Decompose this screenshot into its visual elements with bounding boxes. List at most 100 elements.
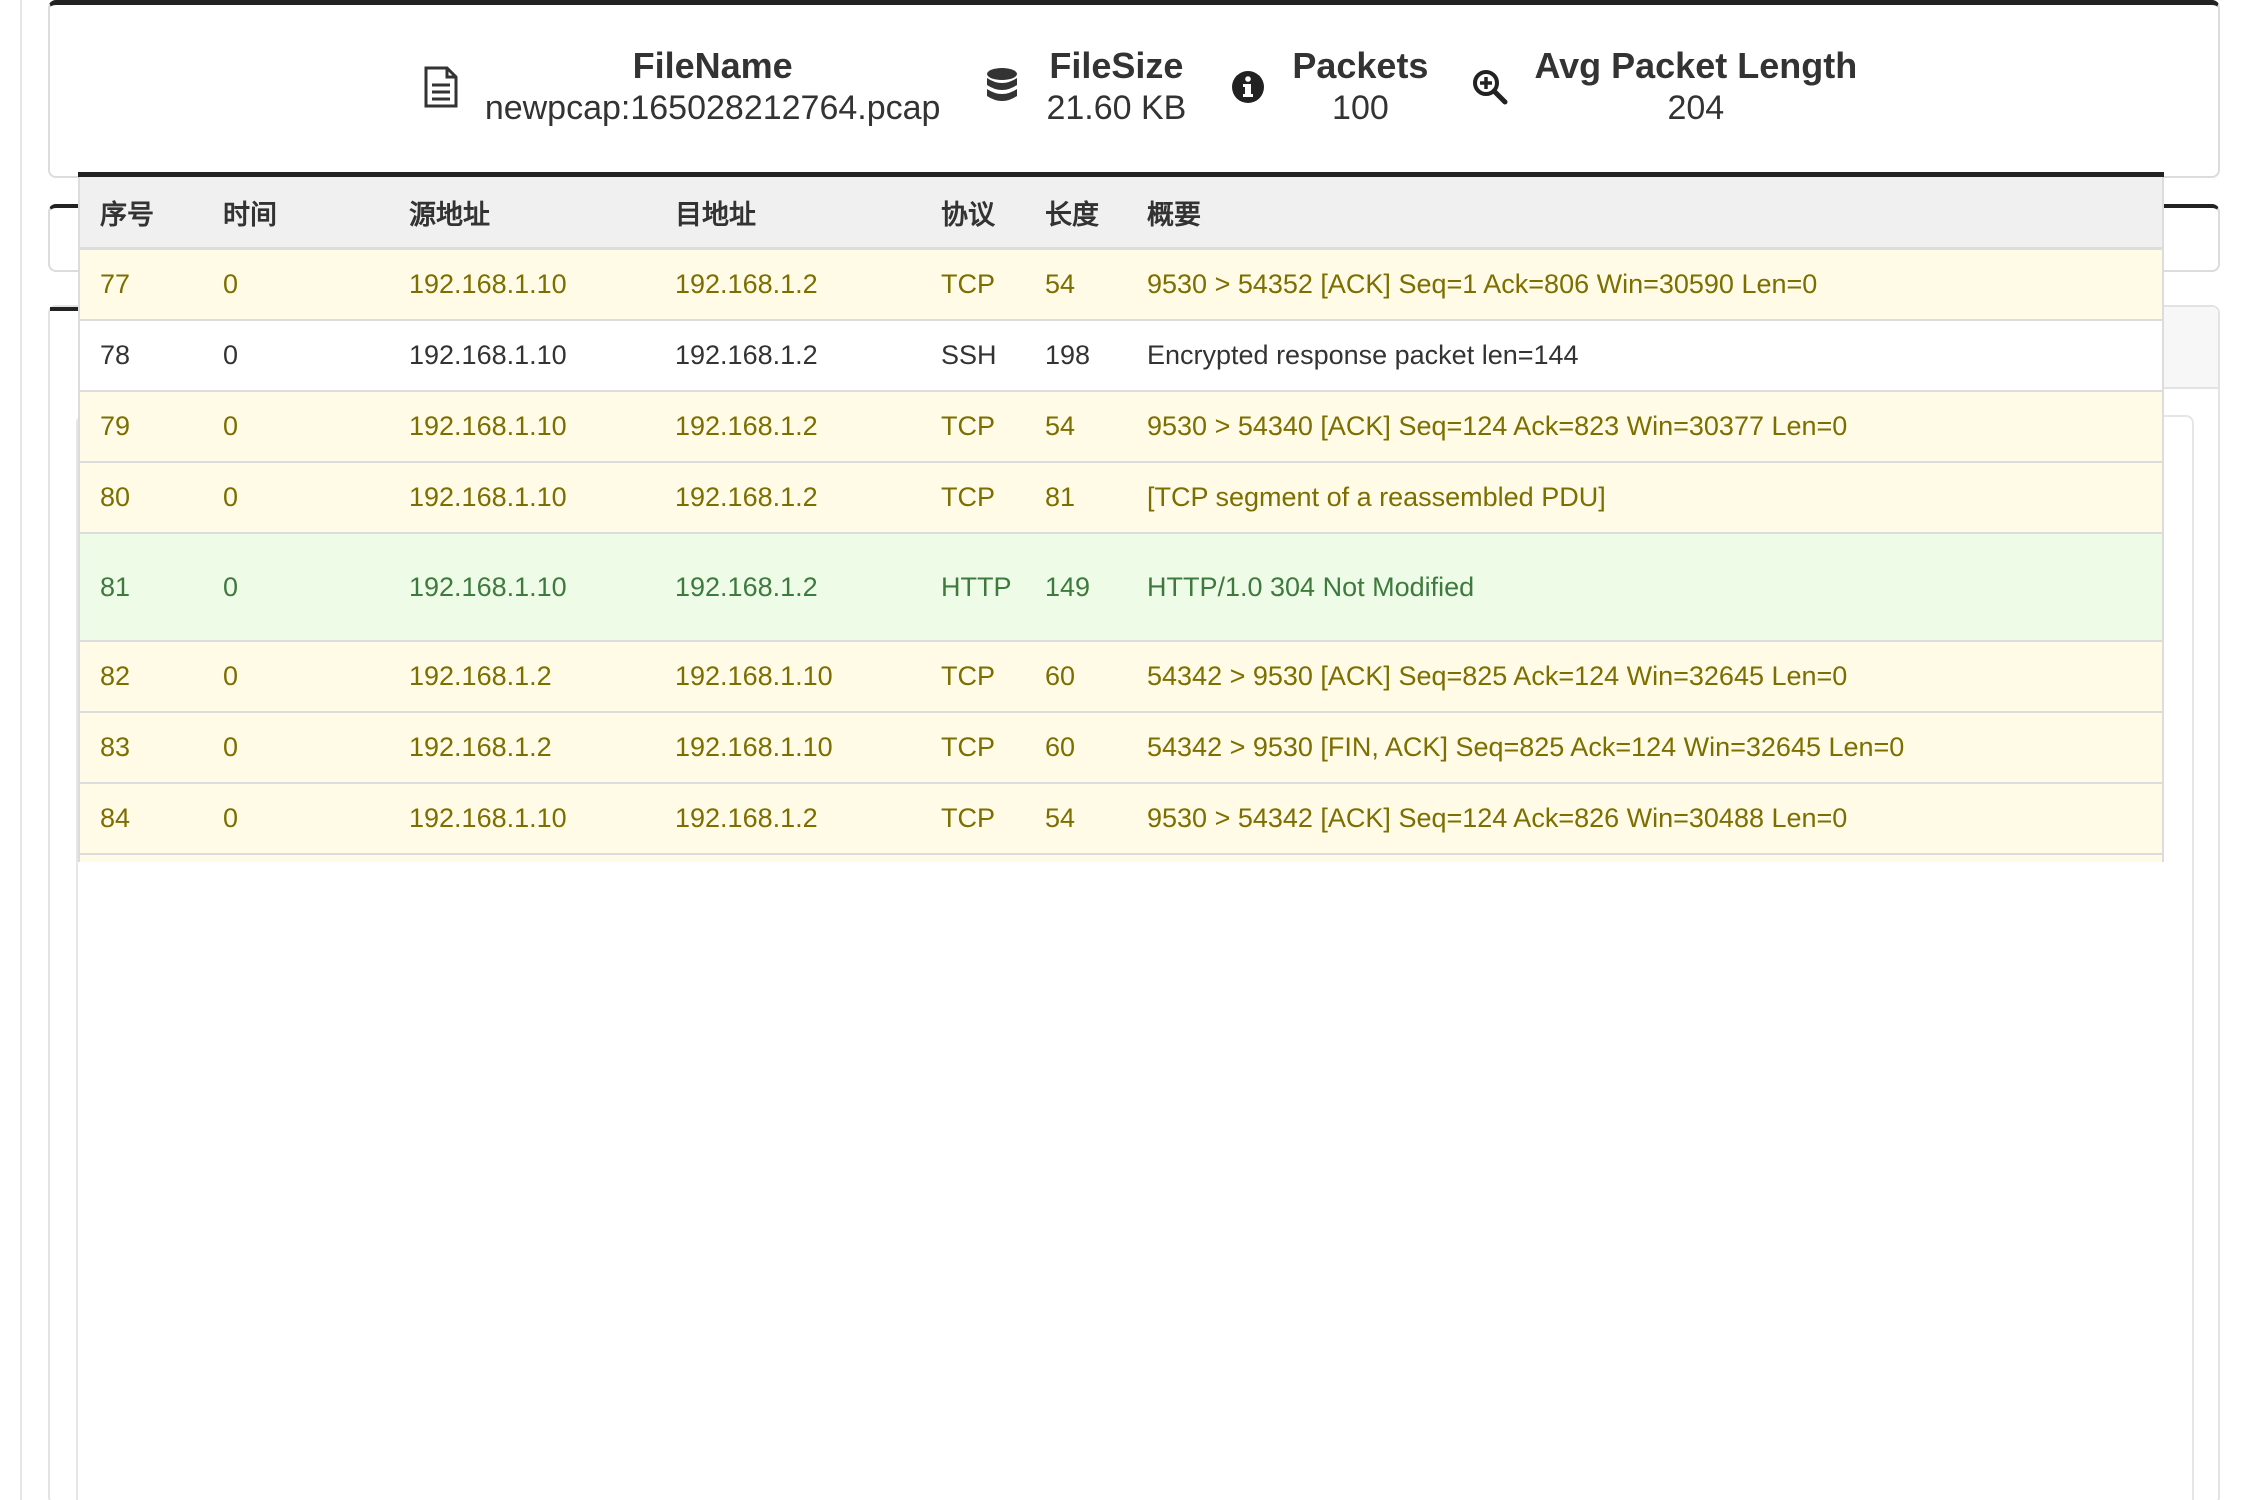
table-row[interactable]: 82 0 192.168.1.2 192.168.1.10 TCP 60 54342 > 9… [78,639,2164,712]
packets-value: 100 [1332,89,1389,127]
filesize-stat: FileSize 21.60 KB [972,45,1186,129]
header-source[interactable]: 源地址 [389,174,655,250]
summary-row: FileName newpcap:165028212764.pcap FileS… [50,45,2218,129]
cell-summary: 9530 > 54352 [ACK] Seq=1 Ack=806 Win=305… [1127,247,2164,320]
packets-label: Packets [1292,45,1429,86]
cell-length: 60 [1025,710,1127,783]
cell-summary: 54354 > 9530 [SYN] Seq=0 Win=32768 Len=0… [1127,852,2164,862]
cell-no: 85 [78,852,203,862]
cell-time: 0 [203,852,389,862]
document-icon [411,57,471,117]
info-icon [1218,57,1278,117]
cell-source: 192.168.1.10 [389,531,655,641]
table-header-row: 序号 时间 源地址 目地址 协议 长度 概要 [78,174,2164,250]
cell-protocol: TCP [921,247,1025,320]
header-summary[interactable]: 概要 [1127,174,2164,250]
packets-stat: Packets 100 [1218,45,1428,129]
cell-protocol: TCP [921,389,1025,462]
cell-source: 192.168.1.10 [389,781,655,854]
cell-length: 198 [1025,318,1127,391]
cell-time: 0 [203,389,389,462]
cell-source: 192.168.1.2 [389,710,655,783]
table-row[interactable]: 78 0 192.168.1.10 192.168.1.2 SSH 198 Encrypte… [78,318,2164,391]
table-row[interactable]: 84 0 192.168.1.10 192.168.1.2 TCP 54 9530 > 54… [78,781,2164,854]
cell-summary: 54342 > 9530 [FIN, ACK] Seq=825 Ack=124 … [1127,710,2164,783]
table-row[interactable]: 80 0 192.168.1.10 192.168.1.2 TCP 81 [TCP segm… [78,460,2164,533]
cell-summary: [TCP segment of a reassembled PDU] [1127,460,2164,533]
cell-length: 54 [1025,781,1127,854]
cell-length: 81 [1025,460,1127,533]
packet-table-viewport[interactable]: 序号 时间 源地址 目地址 协议 长度 概要 77 0 192.168.1.10 19… [78,172,2164,862]
cell-time: 0 [203,460,389,533]
filesize-value: 21.60 KB [1046,89,1187,127]
header-length[interactable]: 长度 [1025,174,1127,250]
avg-length-label: Avg Packet Length [1534,45,1858,86]
cell-protocol: HTTP [921,531,1025,641]
cell-destination: 192.168.1.2 [655,389,921,462]
table-row[interactable]: 83 0 192.168.1.2 192.168.1.10 TCP 60 54342 > 9… [78,710,2164,783]
cell-time: 0 [203,781,389,854]
cell-no: 77 [78,247,203,320]
cell-source: 192.168.1.10 [389,247,655,320]
header-destination[interactable]: 目地址 [655,174,921,250]
cell-destination: 192.168.1.10 [655,852,921,862]
cell-protocol: TCP [921,639,1025,712]
filename-label: FileName [632,45,793,86]
cell-protocol: TCP [921,460,1025,533]
database-icon [972,57,1032,117]
cell-summary: Encrypted response packet len=144 [1127,318,2164,391]
header-protocol[interactable]: 协议 [921,174,1025,250]
cell-summary: 9530 > 54340 [ACK] Seq=124 Ack=823 Win=3… [1127,389,2164,462]
cell-no: 81 [78,531,203,641]
cell-destination: 192.168.1.2 [655,460,921,533]
cell-protocol: TCP [921,781,1025,854]
cell-summary: 9530 > 54342 [ACK] Seq=124 Ack=826 Win=3… [1127,781,2164,854]
cell-source: 192.168.1.2 [389,639,655,712]
cell-source: 192.168.1.10 [389,389,655,462]
cell-length: 60 [1025,639,1127,712]
filename-value: newpcap:165028212764.pcap [484,89,941,127]
cell-destination: 192.168.1.10 [655,710,921,783]
cell-destination: 192.168.1.10 [655,639,921,712]
cell-summary: HTTP/1.0 304 Not Modified [1127,531,2164,641]
table-row[interactable]: 81 0 192.168.1.10 192.168.1.2 HTTP 149 HTTP/1.… [78,531,2164,641]
cell-protocol: TCP [921,710,1025,783]
packet-rows: 77 0 192.168.1.10 192.168.1.2 TCP 54 9530 > 54… [78,247,2164,862]
cell-no: 82 [78,639,203,712]
table-row[interactable]: 77 0 192.168.1.10 192.168.1.2 TCP 54 9530 > 54… [78,247,2164,320]
cell-destination: 192.168.1.2 [655,247,921,320]
cell-destination: 192.168.1.2 [655,318,921,391]
cell-source: 192.168.1.10 [389,318,655,391]
cell-no: 78 [78,318,203,391]
cell-protocol: SSH [921,318,1025,391]
cell-protocol: TCP [921,852,1025,862]
avg-length-value: 204 [1667,89,1725,127]
pcap-summary-panel: FileName newpcap:165028212764.pcap FileS… [48,0,2220,178]
cell-time: 0 [203,710,389,783]
cell-time: 0 [203,531,389,641]
cell-source: 192.168.1.10 [389,460,655,533]
packet-table: 序号 时间 源地址 目地址 协议 长度 概要 77 0 192.168.1.10 19… [78,172,2164,862]
cell-source: 192.168.1.2 [389,852,655,862]
cell-time: 0 [203,639,389,712]
zoom-in-icon [1460,57,1520,117]
cell-length: 54 [1025,389,1127,462]
avg-length-stat: Avg Packet Length 204 [1460,45,1857,129]
cell-no: 84 [78,781,203,854]
cell-no: 80 [78,460,203,533]
table-row[interactable]: 79 0 192.168.1.10 192.168.1.2 TCP 54 9530 > 54… [78,389,2164,462]
cell-time: 0 [203,247,389,320]
cell-length: 60 [1025,852,1127,862]
cell-length: 149 [1025,531,1127,641]
page-rail [20,0,22,1500]
cell-destination: 192.168.1.2 [655,781,921,854]
header-no[interactable]: 序号 [78,174,203,250]
cell-length: 54 [1025,247,1127,320]
table-row[interactable]: 850192.168.1.2192.168.1.10TCP6054354 > 9… [78,852,2164,862]
cell-no: 83 [78,710,203,783]
cell-destination: 192.168.1.2 [655,531,921,641]
filename-stat: FileName newpcap:165028212764.pcap [411,45,941,129]
header-time[interactable]: 时间 [203,174,389,250]
cell-summary: 54342 > 9530 [ACK] Seq=825 Ack=124 Win=3… [1127,639,2164,712]
cell-time: 0 [203,318,389,391]
